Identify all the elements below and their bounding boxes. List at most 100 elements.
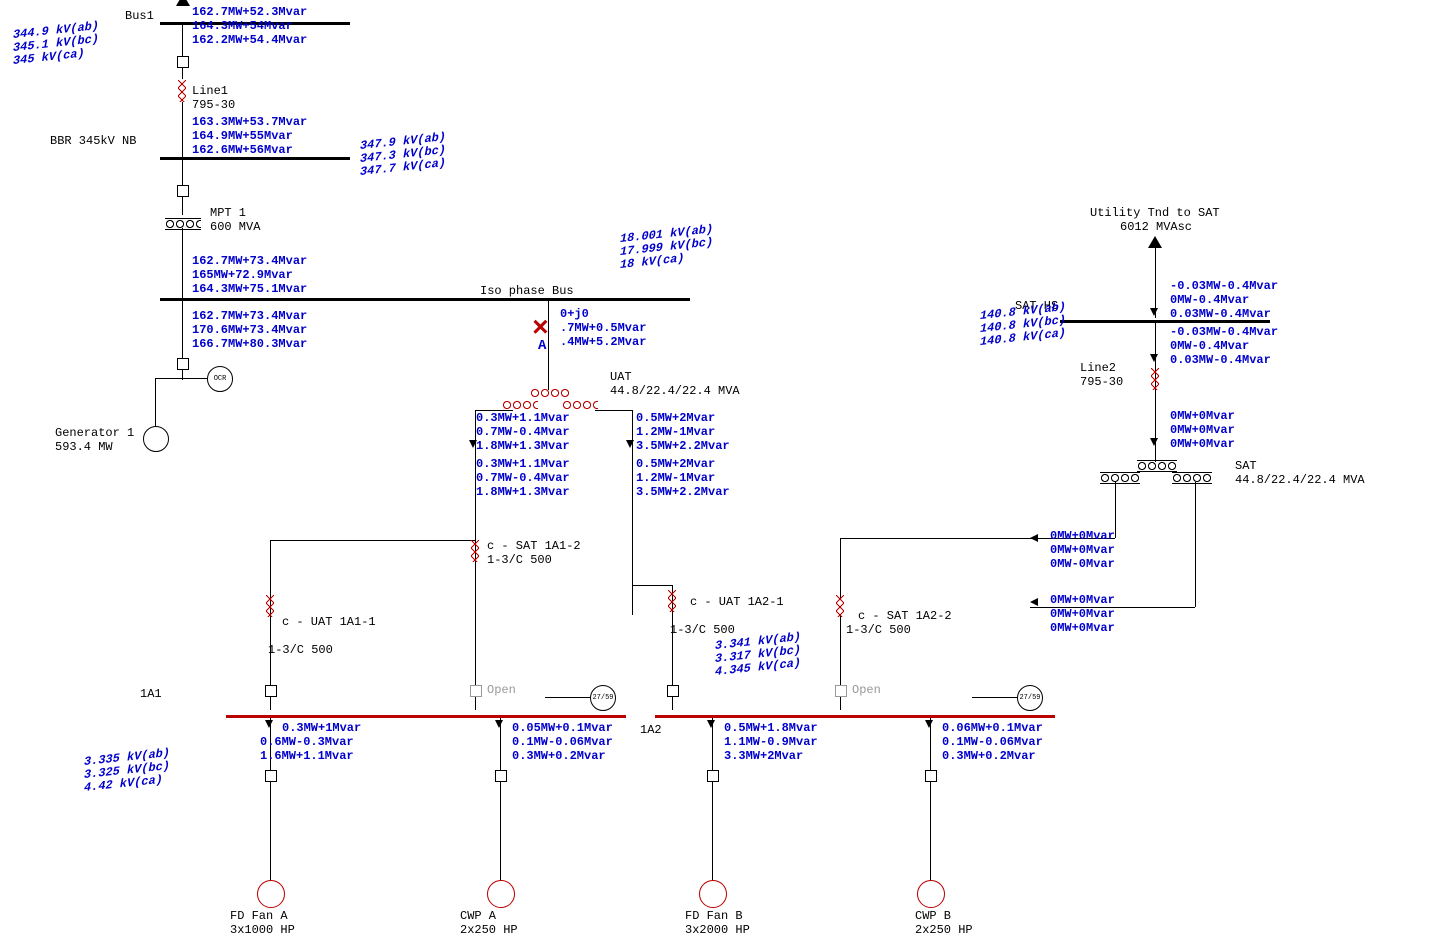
breaker-icon xyxy=(177,358,189,370)
wire xyxy=(182,378,207,379)
relay-2759-label: 27/59 xyxy=(1019,694,1040,702)
uat-r-flow-6: 3.5MW+2.2Mvar xyxy=(636,486,730,500)
sat1a22-name: c - SAT 1A2-2 xyxy=(858,610,952,624)
utility-delta-icon xyxy=(176,0,190,6)
breaker-icon xyxy=(707,770,719,782)
iso-bus xyxy=(160,298,690,301)
a2-bus xyxy=(655,715,1055,718)
a2-l-flow-3: 3.3MW+2Mvar xyxy=(724,750,803,764)
sat-hs-flow-1: -0.03MW-0.4Mvar xyxy=(1170,280,1278,294)
uat-l-flow-1: 0.3MW+1.1Mvar xyxy=(476,412,570,426)
cwpB-rating: 2x250 HP xyxy=(915,924,973,938)
iso-flow-3: 166.7MW+80.3Mvar xyxy=(192,338,307,352)
iso-flow-2: 170.6MW+73.4Mvar xyxy=(192,324,307,338)
wire xyxy=(930,718,931,883)
sat-low1-flow-3: 0MW-0Mvar xyxy=(1050,558,1115,572)
cable-imp-icon xyxy=(666,590,678,612)
sat-name: SAT xyxy=(1235,460,1257,474)
sat1a12-size: 1-3/C 500 xyxy=(487,554,552,568)
uat-xfmr-icon-top xyxy=(530,388,570,398)
wire xyxy=(500,718,501,883)
arrow-down-icon xyxy=(1150,354,1158,362)
arrow-left-icon xyxy=(1030,534,1038,542)
sat-xfmr-icon-left xyxy=(1100,472,1140,484)
bbr-flow-1: 163.3MW+53.7Mvar xyxy=(192,116,307,130)
wire xyxy=(155,378,183,379)
sat-hs-bus xyxy=(1060,320,1270,323)
a2-label: 1A2 xyxy=(640,724,662,738)
arrow-down-icon xyxy=(1150,308,1158,316)
line1-type: 795-30 xyxy=(192,99,235,113)
open-label-1: Open xyxy=(487,684,516,698)
fdA-name: FD Fan A xyxy=(230,910,288,924)
bus1-flow-3: 162.2MW+54.4Mvar xyxy=(192,34,307,48)
sat-xfmr-icon-top xyxy=(1137,460,1177,472)
uat1a21-name: c - UAT 1A2-1 xyxy=(690,596,784,610)
cable-imp-icon xyxy=(469,540,481,562)
sat-xfmr-icon-right xyxy=(1172,472,1212,484)
a2-l-flow-2: 1.1MW-0.9Mvar xyxy=(724,736,818,750)
sat-l-flow-1: 0MW+0Mvar xyxy=(1170,410,1235,424)
sat-hs-flow-2: 0MW-0.4Mvar xyxy=(1170,294,1249,308)
arrow-down-icon xyxy=(1150,438,1158,446)
uat-l-flow-2: 0.7MW-0.4Mvar xyxy=(476,426,570,440)
uat1a11-size: 1-3/C 500 xyxy=(268,644,333,658)
sat1a12-name: c - SAT 1A1-2 xyxy=(487,540,581,554)
a1-r-flow-1: 0.05MW+0.1Mvar xyxy=(512,722,613,736)
mpt1-xfmr-icon xyxy=(165,218,201,230)
bbr-flow-2: 164.9MW+55Mvar xyxy=(192,130,293,144)
gen1-name: Generator 1 xyxy=(55,427,134,441)
wire xyxy=(1115,482,1116,538)
motor-icon xyxy=(487,880,515,908)
bus1-label: Bus1 xyxy=(125,10,154,24)
uat-r-flow-4: 0.5MW+2Mvar xyxy=(636,458,715,472)
uat-xfmr-icon-left xyxy=(502,400,538,410)
motor-icon xyxy=(257,880,285,908)
a1-bus xyxy=(226,715,626,718)
sat-low2-flow-2: 0MW+0Mvar xyxy=(1050,608,1115,622)
a2-r-flow-2: 0.1MW-0.06Mvar xyxy=(942,736,1043,750)
sat-rating: 44.8/22.4/22.4 MVA xyxy=(1235,474,1365,488)
ocr-relay-label: OCR xyxy=(214,375,227,383)
a1-r-flow-2: 0.1MW-0.06Mvar xyxy=(512,736,613,750)
iso-label: Iso phase Bus xyxy=(480,285,574,299)
line2-name: Line2 xyxy=(1080,362,1116,376)
sat1a22-size: 1-3/C 500 xyxy=(846,624,911,638)
sat-hs-flow-5: 0MW-0.4Mvar xyxy=(1170,340,1249,354)
uat-r-flow-3: 3.5MW+2.2Mvar xyxy=(636,440,730,454)
breaker-icon xyxy=(265,685,277,697)
arrow-down-icon xyxy=(626,440,634,448)
arrow-down-icon xyxy=(265,720,273,728)
breaker-icon xyxy=(177,185,189,197)
a1-r-flow-3: 0.3MW+0.2Mvar xyxy=(512,750,606,764)
uat-r-flow-1: 0.5MW+2Mvar xyxy=(636,412,715,426)
wire xyxy=(595,410,633,411)
sat-low2-flow-3: 0MW+0Mvar xyxy=(1050,622,1115,636)
wire xyxy=(632,585,672,586)
cable-imp-icon xyxy=(264,595,276,617)
fdA-rating: 3x1000 HP xyxy=(230,924,295,938)
bus1-flow-2: 164.3MW+54Mvar xyxy=(192,20,293,34)
cable-imp-icon xyxy=(834,595,846,617)
arrow-down-icon xyxy=(469,440,477,448)
wire xyxy=(632,410,633,585)
uat-name: UAT xyxy=(610,371,632,385)
uat-rating: 44.8/22.4/22.4 MVA xyxy=(610,385,740,399)
breaker-icon xyxy=(667,685,679,697)
sat-hs-flow-6: 0.03MW-0.4Mvar xyxy=(1170,354,1271,368)
bbr-label: BBR 345kV NB xyxy=(50,135,136,149)
sat-l-flow-2: 0MW+0Mvar xyxy=(1170,424,1235,438)
fdB-rating: 3x2000 HP xyxy=(685,924,750,938)
uat-l-flow-4: 0.3MW+1.1Mvar xyxy=(476,458,570,472)
bbr-flow-3: 162.6MW+56Mvar xyxy=(192,144,293,158)
a1-l-flow-2: 0.6MW-0.3Mvar xyxy=(260,736,354,750)
arrow-down-icon xyxy=(925,720,933,728)
uat1a21-size: 1-3/C 500 xyxy=(670,624,735,638)
sat-low2-flow-1: 0MW+0Mvar xyxy=(1050,594,1115,608)
line1-name: Line1 xyxy=(192,85,228,99)
sat-l-flow-3: 0MW+0Mvar xyxy=(1170,438,1235,452)
mpt-flow-1: 162.7MW+73.4Mvar xyxy=(192,255,307,269)
wire xyxy=(972,697,1017,698)
mpt1-name: MPT 1 xyxy=(210,207,246,221)
a1-l-flow-1: 0.3MW+1Mvar xyxy=(282,722,361,736)
